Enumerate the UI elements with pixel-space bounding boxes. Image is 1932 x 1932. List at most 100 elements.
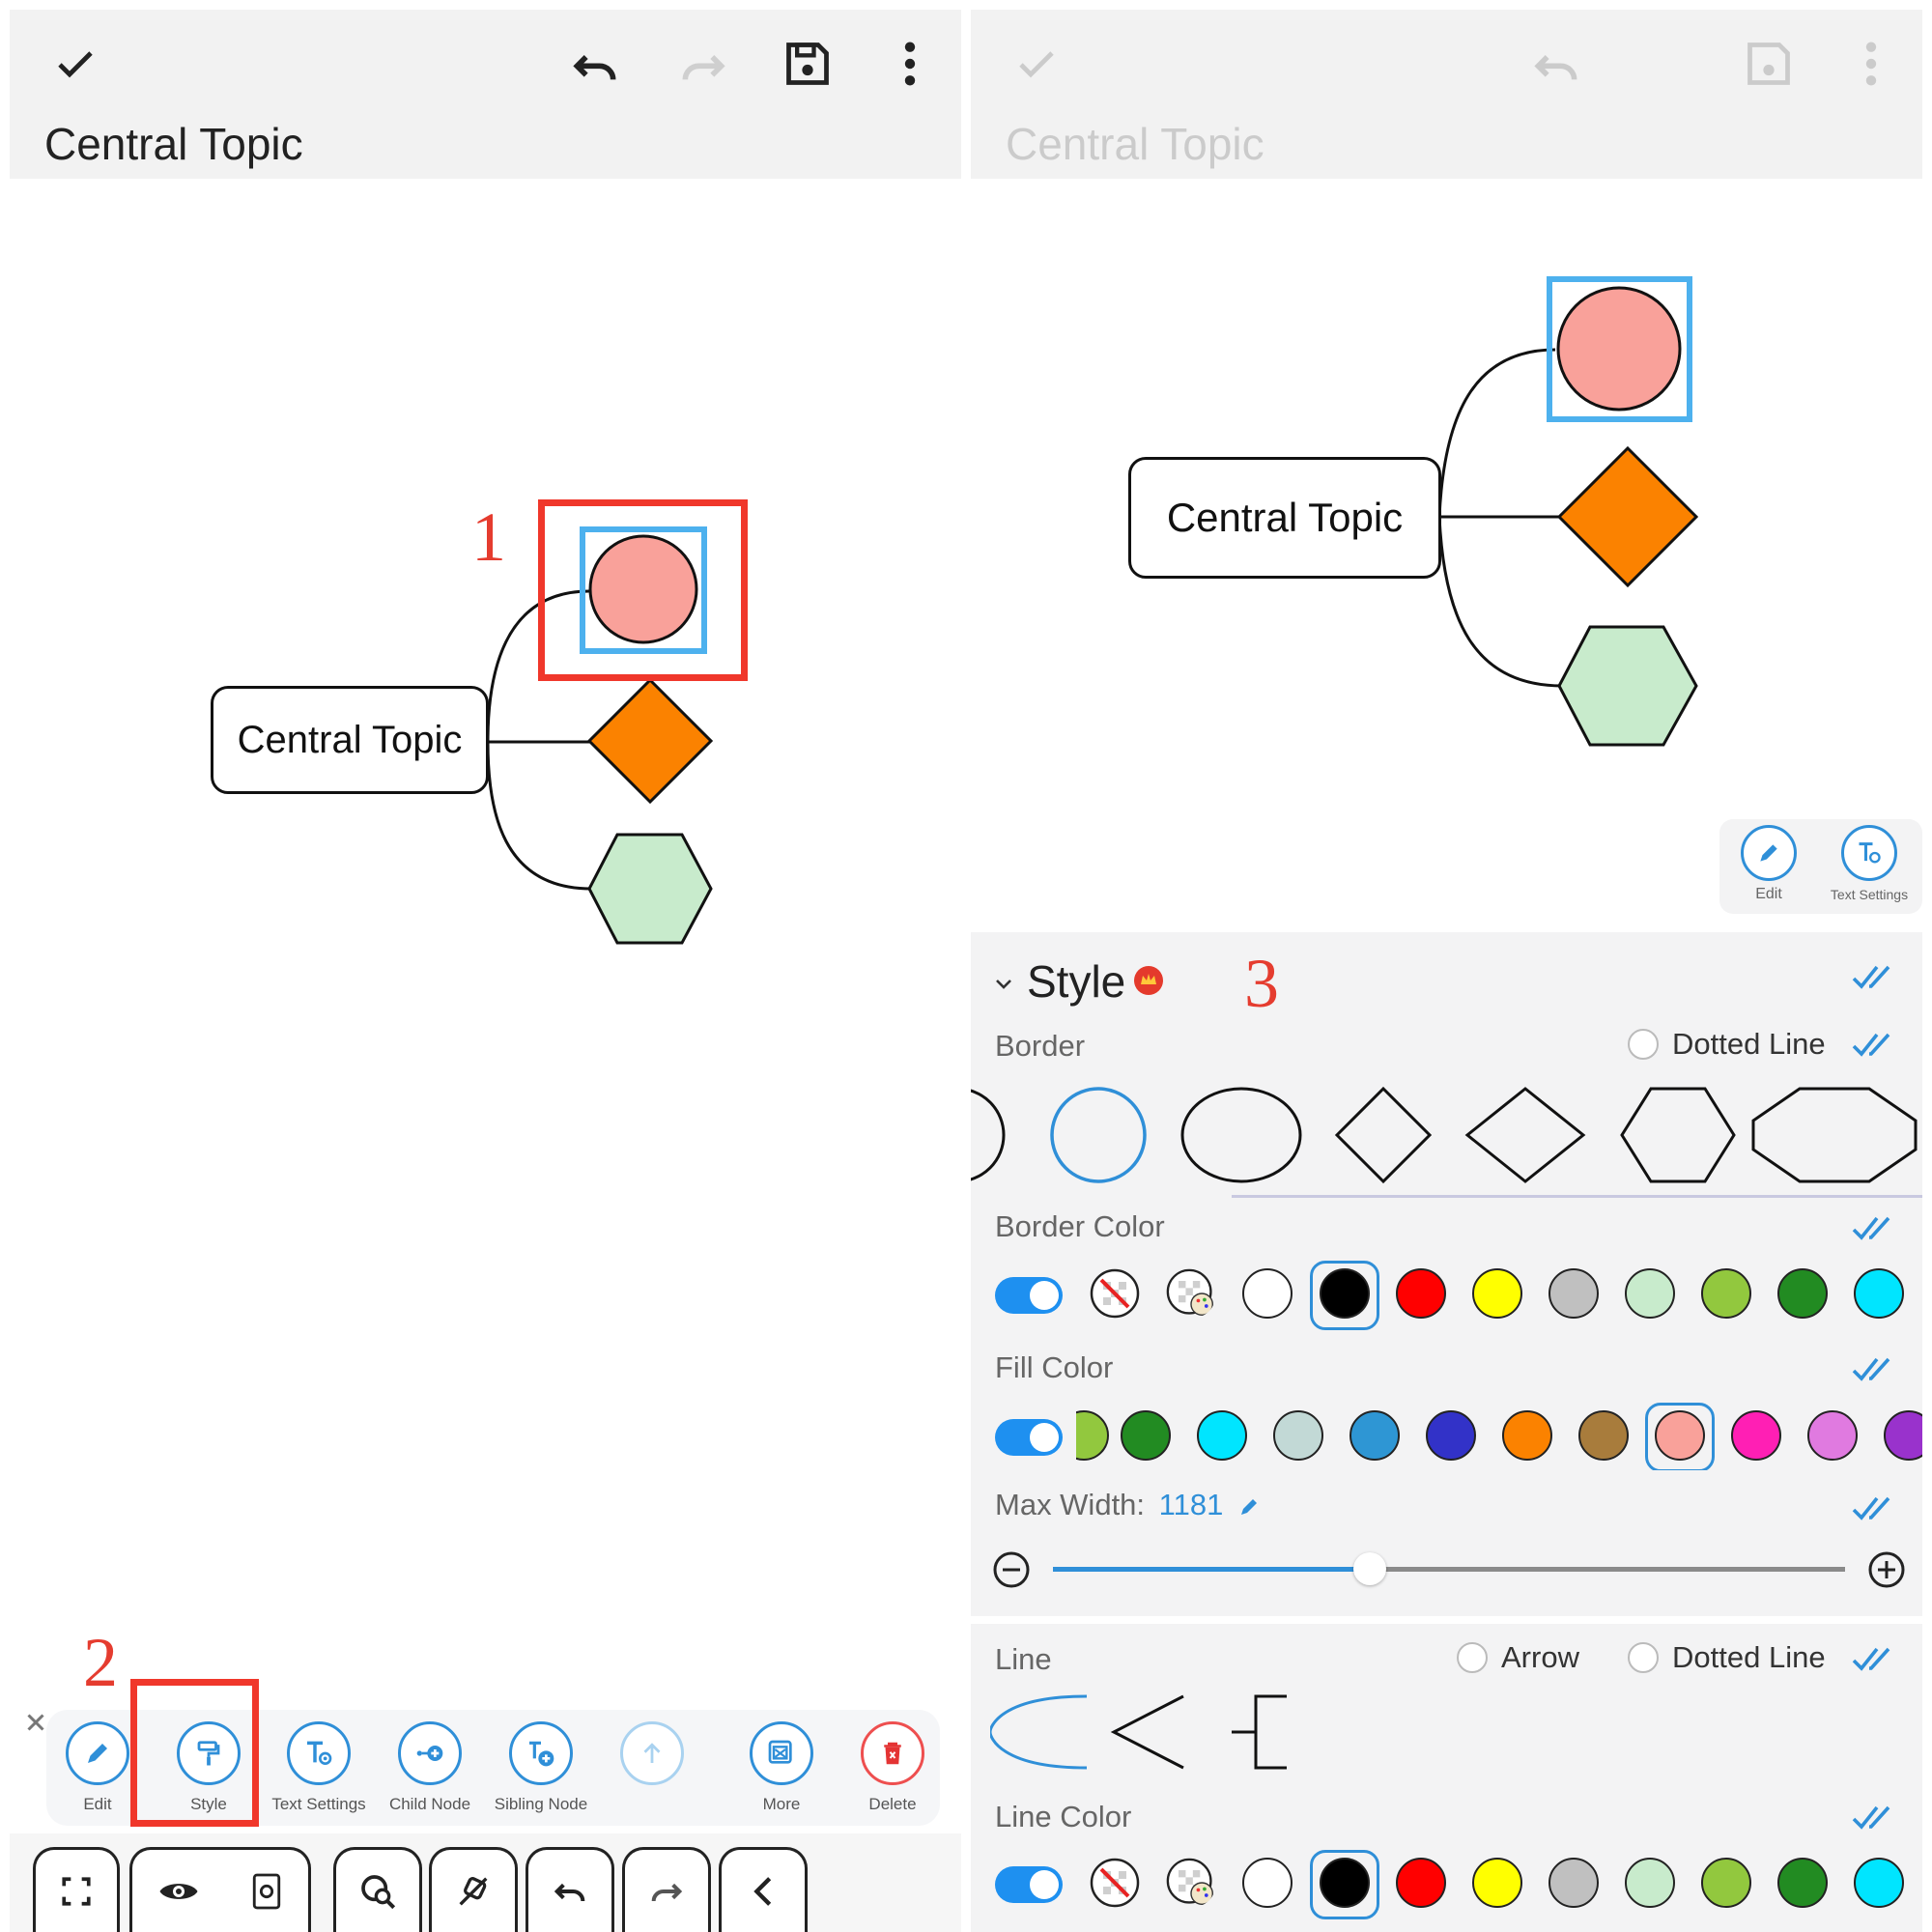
increase-width-icon[interactable] <box>1867 1550 1906 1589</box>
fill-color-label: Fill Color <box>995 1350 1114 1384</box>
border-swatch-lime[interactable] <box>1701 1268 1751 1319</box>
diamond-node[interactable] <box>585 676 715 806</box>
search-map-button[interactable] <box>333 1847 422 1932</box>
border-swatch-cyan[interactable] <box>1854 1268 1904 1319</box>
shape-option-diamond[interactable] <box>1334 1086 1433 1184</box>
text-settings-icon <box>1859 842 1881 864</box>
fullscreen-button[interactable] <box>33 1847 120 1932</box>
sibling-node-button[interactable]: Sibling Node <box>493 1721 589 1814</box>
border-swatch-black[interactable] <box>1320 1268 1370 1319</box>
text-settings-button[interactable]: Text Settings <box>270 1721 367 1814</box>
more-button[interactable]: More <box>733 1721 830 1814</box>
border-swatch-yellow[interactable] <box>1472 1268 1522 1319</box>
style-heading: Style <box>1027 956 1126 1007</box>
slider-thumb[interactable] <box>1353 1552 1386 1585</box>
border-swatch-white[interactable] <box>1242 1268 1293 1319</box>
central-topic-node[interactable]: Central Topic <box>1128 457 1441 579</box>
shape-option-ellipse[interactable] <box>1180 1087 1302 1183</box>
eye-icon <box>159 1883 197 1899</box>
line-swatch-black[interactable] <box>1320 1858 1370 1908</box>
apply-all-check-icon[interactable] <box>1852 1212 1898 1245</box>
fill-swatch-gray-teal[interactable] <box>1273 1410 1323 1461</box>
fill-color-toggle[interactable] <box>995 1419 1063 1456</box>
border-swatch-gray[interactable] <box>1548 1268 1599 1319</box>
line-style-elbow[interactable] <box>1232 1694 1287 1770</box>
collapse-button[interactable] <box>719 1847 808 1932</box>
section-divider <box>971 1616 1922 1624</box>
view-settings-button[interactable] <box>129 1847 311 1932</box>
border-swatch-light-green[interactable] <box>1625 1268 1675 1319</box>
fill-swatch-cyan[interactable] <box>1197 1410 1247 1461</box>
shape-option-wide-diamond[interactable] <box>1464 1087 1586 1183</box>
line-label: Line <box>995 1642 1052 1676</box>
style-panel: Style 3 Border Dotted Line Border Color <box>971 932 1922 1932</box>
line-arrow-option[interactable]: Arrow <box>1457 1640 1579 1675</box>
fill-swatch-brown[interactable] <box>1578 1410 1629 1461</box>
format-clear-icon <box>459 1876 488 1906</box>
border-color-label: Border Color <box>995 1209 1165 1243</box>
border-shape-picker <box>971 1086 1918 1184</box>
chevron-down-icon[interactable] <box>992 973 1015 996</box>
custom-color-palette-icon[interactable] <box>1166 1268 1216 1319</box>
max-width-value[interactable]: 1181 <box>1159 1488 1224 1521</box>
custom-color-palette-icon[interactable] <box>1166 1858 1216 1908</box>
apply-all-check-icon[interactable] <box>1852 1492 1898 1525</box>
line-swatch-lime[interactable] <box>1701 1858 1751 1908</box>
central-topic-node[interactable]: Central Topic <box>211 686 489 794</box>
fill-swatch-partial[interactable] <box>1076 1410 1109 1461</box>
apply-all-check-icon[interactable] <box>1852 1802 1898 1834</box>
line-style-straight[interactable] <box>1110 1694 1184 1770</box>
max-width-slider[interactable] <box>1053 1552 1845 1585</box>
fill-swatch-orchid[interactable] <box>1807 1410 1858 1461</box>
line-style-curve[interactable] <box>990 1694 1088 1770</box>
circle-node[interactable] <box>1553 283 1686 415</box>
step-2-label: 2 <box>83 1624 118 1701</box>
mini-edit-button[interactable]: Edit <box>1737 825 1801 903</box>
line-swatch-cyan[interactable] <box>1854 1858 1904 1908</box>
line-swatch-red[interactable] <box>1396 1858 1446 1908</box>
line-swatch-yellow[interactable] <box>1472 1858 1522 1908</box>
edit-value-icon[interactable] <box>1237 1495 1261 1519</box>
delete-button[interactable]: Delete <box>844 1721 941 1814</box>
fill-swatch-salmon[interactable] <box>1655 1410 1705 1461</box>
decrease-width-icon[interactable] <box>992 1550 1031 1589</box>
step-1-label: 1 <box>471 498 506 576</box>
bottom-redo-button[interactable] <box>622 1847 711 1932</box>
sibling-node-icon <box>529 1741 554 1767</box>
line-dotted-line-option[interactable]: Dotted Line <box>1628 1640 1826 1675</box>
border-swatch-green[interactable] <box>1777 1268 1828 1319</box>
fill-swatch-green[interactable] <box>1121 1410 1171 1461</box>
fill-swatch-blue[interactable] <box>1350 1410 1400 1461</box>
fill-swatch-orange[interactable] <box>1502 1410 1552 1461</box>
border-color-toggle[interactable] <box>995 1277 1063 1314</box>
line-swatch-gray[interactable] <box>1548 1858 1599 1908</box>
right-screen: Central Topic Central Topic Edit Text Se… <box>971 0 1932 1932</box>
apply-all-check-icon[interactable] <box>1852 961 1898 994</box>
apply-all-check-icon[interactable] <box>1852 1029 1898 1062</box>
no-color-swatch-icon[interactable] <box>1090 1268 1140 1319</box>
shape-option-circle-selected[interactable] <box>1050 1087 1147 1183</box>
line-swatch-white[interactable] <box>1242 1858 1293 1908</box>
line-swatch-light-green[interactable] <box>1625 1858 1675 1908</box>
shape-option-hexagon[interactable] <box>1620 1087 1736 1183</box>
apply-all-check-icon[interactable] <box>1852 1353 1898 1386</box>
border-dotted-line-option[interactable]: Dotted Line <box>1628 1027 1826 1062</box>
hexagon-node[interactable] <box>585 831 715 947</box>
line-swatch-green[interactable] <box>1777 1858 1828 1908</box>
child-node-button[interactable]: Child Node <box>382 1721 478 1814</box>
hexagon-node[interactable] <box>1555 623 1700 749</box>
border-swatch-red[interactable] <box>1396 1268 1446 1319</box>
clear-format-button[interactable] <box>429 1847 518 1932</box>
apply-all-check-icon[interactable] <box>1852 1643 1898 1676</box>
bottom-undo-button[interactable] <box>526 1847 614 1932</box>
fill-swatch-magenta[interactable] <box>1731 1410 1781 1461</box>
move-up-button[interactable] <box>604 1721 700 1795</box>
mini-text-settings-button[interactable]: Text Settings <box>1816 825 1922 902</box>
shape-option-wide-hexagon[interactable] <box>1751 1087 1918 1183</box>
no-color-swatch-icon[interactable] <box>1090 1858 1140 1908</box>
diamond-node[interactable] <box>1555 444 1700 589</box>
line-color-toggle[interactable] <box>995 1866 1063 1903</box>
shape-option-partial[interactable] <box>971 1089 1006 1181</box>
fill-swatch-purple[interactable] <box>1884 1410 1922 1461</box>
fill-swatch-indigo[interactable] <box>1426 1410 1476 1461</box>
